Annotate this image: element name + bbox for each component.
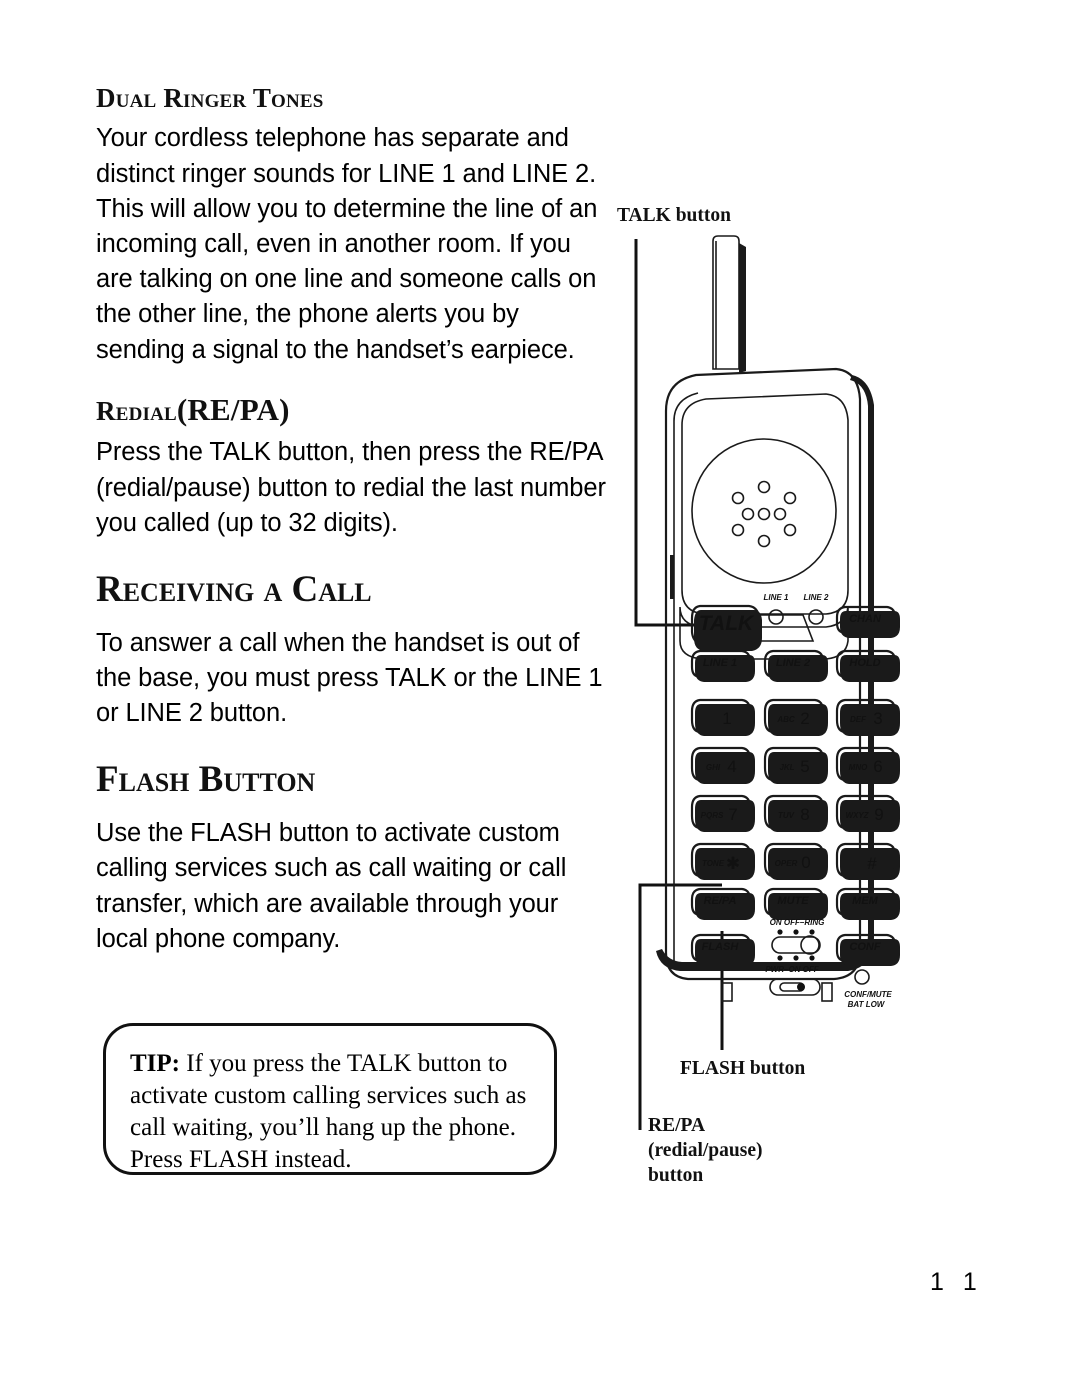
key-4-letters: GHI <box>706 763 721 772</box>
key-mem-label: MEM <box>852 895 879 907</box>
callout-repa-line3: button <box>648 1165 704 1186</box>
key-chan-label: CHAN <box>849 613 882 625</box>
key-star-digit: ✱ <box>726 854 740 873</box>
key-4[interactable]: GHI 4 <box>690 746 755 784</box>
key-1[interactable]: 1 <box>690 698 755 736</box>
callout-repa-line1: RE/PA <box>648 1115 706 1136</box>
heading-redial-repa: Redial(RE/PA) <box>96 391 608 427</box>
key-5-letters: JKL <box>779 763 794 772</box>
paragraph-flash-button: Use the FLASH button to activate custom … <box>96 819 567 953</box>
key-8[interactable]: TUV 8 <box>763 794 828 832</box>
paragraph-receiving-a-call: To answer a call when the handset is out… <box>96 628 603 728</box>
key-2-digit: 2 <box>800 709 809 728</box>
key-2-letters: ABC <box>776 715 795 724</box>
key-9-digit: 9 <box>874 805 883 824</box>
key-flash[interactable]: FLASH <box>690 933 755 966</box>
earpiece-speaker-circle <box>691 438 837 584</box>
key-hold[interactable]: HOLD <box>835 649 900 682</box>
key-3[interactable]: DEF 3 <box>835 698 900 736</box>
paragraph-redial-repa: Press the TALK button, then press the RE… <box>96 438 606 537</box>
key-6-letters: MNO <box>849 763 868 772</box>
key-line2-label: LINE 2 <box>776 657 810 669</box>
key-mute-label: MUTE <box>777 895 809 907</box>
key-star-letters: TONE <box>702 859 725 868</box>
key-7-letters: PQRS <box>701 811 724 820</box>
power-switch-label: PWR–ON OFF <box>765 965 819 974</box>
key-7-digit: 7 <box>728 805 737 824</box>
earpiece-holes <box>731 480 797 548</box>
tip-label: TIP: <box>130 1050 180 1077</box>
page-number: 1 1 <box>930 1268 983 1296</box>
key-flash-label: FLASH <box>702 941 740 953</box>
callout-flash-button: FLASH button <box>680 1058 806 1079</box>
heading-redial-word: Redial <box>96 395 177 426</box>
key-1-digit: 1 <box>722 709 731 728</box>
antenna <box>712 235 746 373</box>
heading-repa-word: (RE/PA) <box>176 391 290 427</box>
key-0-digit: 0 <box>801 853 810 872</box>
key-2[interactable]: ABC 2 <box>763 698 828 736</box>
ringer-switch-top-label: ON OFF–RING <box>770 918 825 927</box>
key-4-digit: 4 <box>727 757 736 776</box>
led-line1 <box>768 609 784 625</box>
ringer-switch[interactable] <box>771 929 821 961</box>
led-label-bat-low: BAT LOW <box>848 1000 886 1009</box>
tip-text: TIP: If you press the TALK button to act… <box>106 1026 554 1176</box>
key-5[interactable]: JKL 5 <box>763 746 828 784</box>
led-conf-mute-bat-low <box>854 969 870 985</box>
side-button <box>670 555 674 599</box>
key-5-digit: 5 <box>800 757 809 776</box>
indicator-label-line1: LINE 1 <box>764 593 789 602</box>
key-0[interactable]: OPER 0 <box>763 842 828 880</box>
key-8-digit: 8 <box>800 805 809 824</box>
key-7[interactable]: PQRS 7 <box>690 794 755 832</box>
heading-dual-ringer-tones: Dual Ringer Tones <box>96 83 324 113</box>
body-inner-edge <box>673 392 699 422</box>
key-mem[interactable]: MEM <box>835 887 900 920</box>
key-talk[interactable]: TALK <box>690 604 762 651</box>
key-conf[interactable]: CONF <box>835 933 900 966</box>
paragraph-dual-ringer-tones: Your cordless telephone has separate and… <box>96 124 598 364</box>
key-3-letters: DEF <box>850 715 867 724</box>
power-switch[interactable] <box>769 978 821 996</box>
key-line2[interactable]: LINE 2 <box>763 649 828 682</box>
keypad: TALK LINE 1 LINE 2 CHAN LINE 1 LINE 2 HO… <box>690 593 900 1009</box>
heading-receiving-a-call: Receiving a Call <box>96 568 372 610</box>
key-8-letters: TUV <box>778 811 795 820</box>
key-star[interactable]: TONE ✱ <box>690 842 755 880</box>
key-6[interactable]: MNO 6 <box>835 746 900 784</box>
tip-box: TIP: If you press the TALK button to act… <box>103 1023 557 1175</box>
indicator-label-line2: LINE 2 <box>804 593 829 602</box>
key-0-letters: OPER <box>775 859 798 868</box>
key-hash[interactable]: # <box>835 842 900 880</box>
key-6-digit: 6 <box>873 757 882 776</box>
key-3-digit: 3 <box>873 709 882 728</box>
bottom-tab-right <box>821 982 833 1002</box>
key-hold-label: HOLD <box>849 657 880 669</box>
tip-body: If you press the TALK button to activate… <box>130 1050 527 1173</box>
earpiece-panel <box>681 393 849 615</box>
key-line1[interactable]: LINE 1 <box>690 649 755 682</box>
cordless-phone-diagram: .ln{fill:none;stroke:#1a1a1a;} .thin{str… <box>600 225 930 1130</box>
key-line1-label: LINE 1 <box>703 657 737 669</box>
leader-line-repa <box>638 883 722 1130</box>
heading-flash-button: Flash Button <box>96 759 316 801</box>
key-talk-label: TALK <box>699 612 755 635</box>
key-9-letters: WXYZ <box>845 811 869 820</box>
key-conf-label: CONF <box>849 941 880 953</box>
key-hash-digit: # <box>867 854 877 873</box>
key-repa-label: RE/PA <box>704 895 737 907</box>
led-line2 <box>808 609 824 625</box>
callout-repa-button: RE/PA (redial/pause) button <box>648 1113 762 1188</box>
callout-repa-line2: (redial/pause) <box>648 1140 763 1161</box>
key-9[interactable]: WXYZ 9 <box>835 794 900 832</box>
text-column: Dual Ringer Tones Your cordless telephon… <box>96 84 608 983</box>
key-mute[interactable]: MUTE <box>763 887 828 920</box>
key-repa[interactable]: RE/PA <box>690 887 755 920</box>
key-chan[interactable]: CHAN <box>835 605 900 638</box>
led-label-conf-mute: CONF/MUTE <box>844 990 892 999</box>
leader-line-talk <box>634 239 723 627</box>
